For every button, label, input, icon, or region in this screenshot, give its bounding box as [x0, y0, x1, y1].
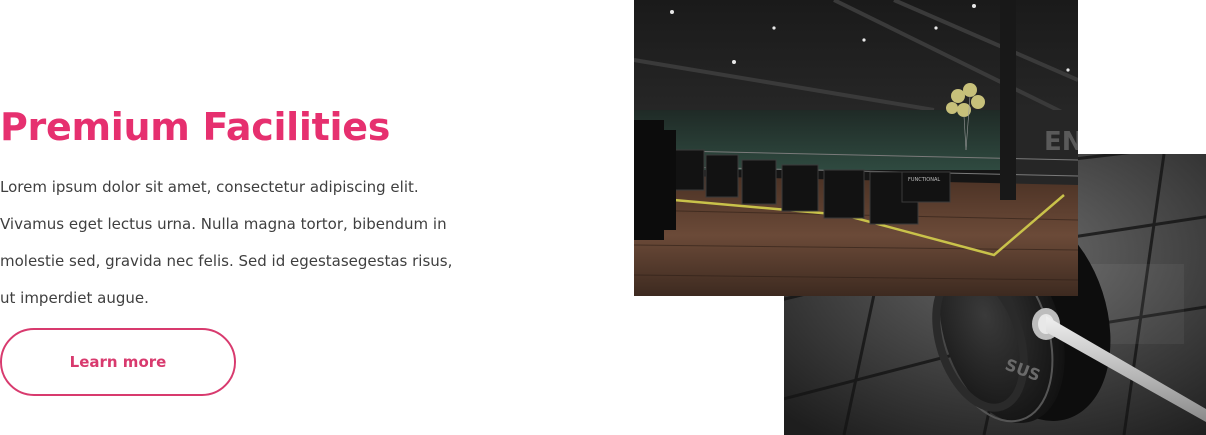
gym-interior-photo: EN FUNCTIONAL [634, 0, 1078, 296]
section-description: Lorem ipsum dolor sit amet, consectetur … [0, 169, 490, 317]
description-line: molestie sed, gravida nec felis. Sed id … [0, 252, 453, 270]
section-title: Premium Facilities [0, 105, 391, 149]
facilities-section: Premium Facilities Lorem ipsum dolor sit… [0, 0, 1206, 435]
learn-more-button[interactable]: Learn more [0, 328, 236, 396]
gym-sign: FUNCTIONAL [908, 177, 940, 183]
description-line: ut imperdiet augue. [0, 289, 149, 307]
description-line: Lorem ipsum dolor sit amet, consectetur … [0, 178, 419, 196]
description-line: Vivamus eget lectus urna. Nulla magna to… [0, 215, 447, 233]
facilities-text-column: Premium Facilities Lorem ipsum dolor sit… [0, 103, 500, 317]
wall-letter: EN [1044, 127, 1078, 157]
gym-interior-illustration: EN FUNCTIONAL [634, 0, 1078, 296]
